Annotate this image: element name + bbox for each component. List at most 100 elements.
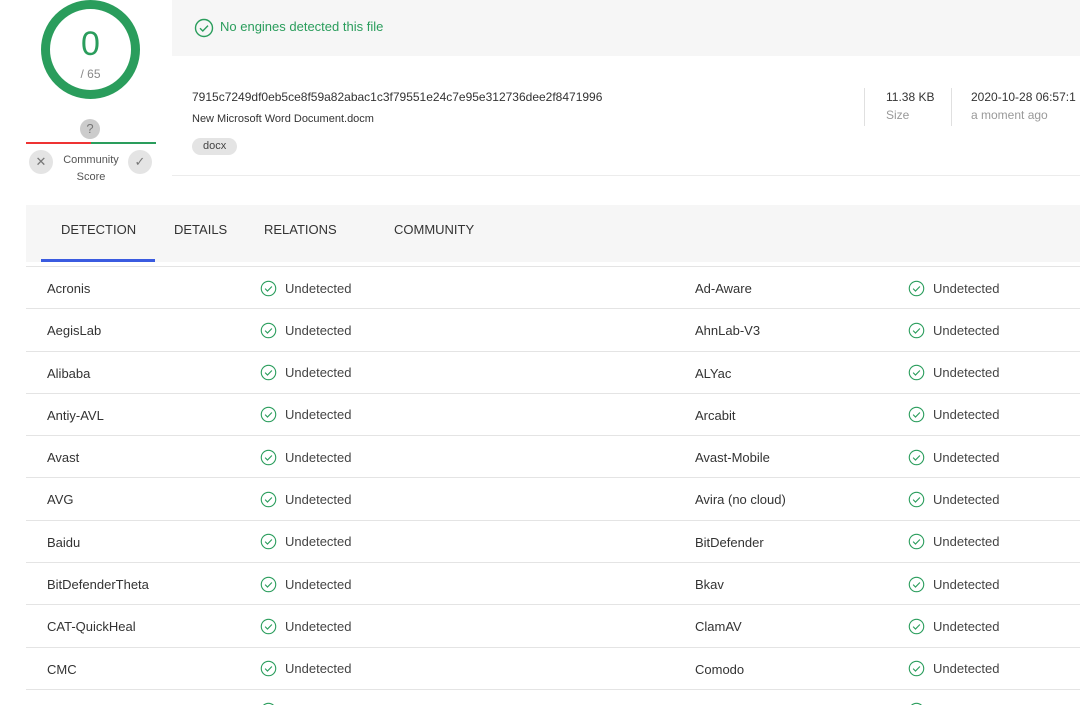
detection-table: Acronis Undetected Ad-Aware Undetected Aegis…: [26, 266, 1080, 705]
detection-result: Undetected: [260, 321, 352, 339]
detection-result: Undetected: [260, 575, 352, 593]
engine-name: Comodo: [695, 661, 745, 677]
table-row: Alibaba Undetected ALYac Undetected: [26, 350, 1080, 393]
file-type-tag[interactable]: docx: [192, 138, 238, 155]
engine-name: Baidu: [47, 534, 81, 550]
community-negative-bar: [26, 142, 91, 144]
check-circle-icon: [260, 364, 277, 381]
engine-name: CAT-QuickHeal: [47, 619, 136, 635]
result-label: Undetected: [285, 534, 352, 550]
file-hash[interactable]: 7915c7249df0eb5ce8f59a82abac1c3f79551e24…: [192, 90, 602, 104]
vote-harmful-button[interactable]: ✕: [29, 150, 53, 174]
detection-result: Undetected: [908, 617, 1000, 635]
result-label: Undetected: [285, 365, 352, 381]
engine-name: AhnLab-V3: [695, 323, 761, 339]
result-label: Undetected: [285, 280, 352, 296]
check-circle-icon: [260, 534, 277, 550]
engine-name: BitDefender: [695, 534, 764, 550]
detection-result: Undetected: [260, 533, 352, 551]
engine-name: AegisLab: [47, 323, 102, 339]
check-circle-icon: [260, 491, 277, 508]
table-row: Baidu Undetected BitDefender Undetected: [26, 519, 1080, 562]
check-circle-icon: [194, 18, 214, 38]
divider: [951, 88, 952, 126]
banner-text: No engines detected this file: [220, 19, 384, 34]
engine-name: Ad-Aware: [695, 281, 752, 296]
check-circle-icon: [908, 280, 925, 296]
result-label: Undetected: [933, 576, 1000, 592]
engine-name: CMC: [47, 661, 77, 677]
table-row: BitDefenderTheta Undetected Bkav Undetected: [26, 562, 1080, 604]
detection-result: Undetected: [260, 448, 352, 466]
community-score: ? ✕ Community Score ✓: [26, 118, 156, 186]
check-circle-icon: [908, 618, 925, 635]
check-circle-icon: [260, 407, 277, 423]
table-row: Acronis Undetected Ad-Aware Undetected: [26, 266, 1080, 308]
result-label: Undetected: [285, 491, 352, 507]
tab-community[interactable]: COMMUNITY: [394, 222, 474, 237]
detection-result: Undetected: [260, 617, 352, 635]
engine-name: Avast: [47, 450, 80, 466]
engine-name: Arcabit: [695, 407, 736, 423]
analysis-date: 2020-10-28 06:57:1: [971, 90, 1076, 104]
check-circle-icon: [908, 449, 925, 465]
detection-result: Undetected: [908, 406, 1000, 424]
check-circle-icon: [908, 576, 925, 592]
engine-name: Avast-Mobile: [695, 450, 770, 466]
engine-total: / 65: [80, 67, 101, 81]
engine-name: Bkav: [695, 577, 724, 593]
check-circle-icon: [260, 280, 277, 296]
detection-result: Undetected: [908, 279, 1000, 297]
table-row: AVG Undetected Avira (no cloud) Undetected: [26, 477, 1080, 519]
file-size: 11.38 KB: [886, 90, 935, 104]
analysis-date-relative: a moment ago: [971, 108, 1048, 122]
check-circle-icon: [260, 618, 277, 635]
table-row: AegisLab Undetected AhnLab-V3 Undetected: [26, 308, 1080, 350]
result-label: Undetected: [933, 365, 1000, 381]
result-label: Undetected: [285, 618, 352, 634]
check-circle-icon: [908, 491, 925, 508]
detection-banner: No engines detected this file: [172, 0, 1080, 56]
result-label: Undetected: [933, 449, 1000, 465]
question-mark-icon: ?: [80, 119, 100, 139]
table-row: [26, 688, 1080, 705]
engine-name: Avira (no cloud): [695, 492, 786, 508]
result-label: Undetected: [933, 491, 1000, 507]
engine-name: Alibaba: [47, 365, 91, 381]
engine-name: ClamAV: [695, 619, 742, 635]
check-circle-icon: [908, 407, 925, 423]
tab-relations[interactable]: RELATIONS: [264, 222, 337, 237]
tab-details[interactable]: DETAILS: [174, 222, 227, 237]
tab-bar: DETECTION DETAILS RELATIONS COMMUNITY: [26, 205, 1080, 262]
result-label: Undetected: [285, 449, 352, 465]
check-circle-icon: [260, 660, 277, 677]
check-circle-icon: [908, 364, 925, 381]
engine-name: Acronis: [47, 281, 91, 296]
file-size-label: Size: [886, 108, 910, 122]
community-positive-bar: [91, 142, 156, 144]
detection-result: Undetected: [260, 490, 352, 508]
detection-result: Undetected: [908, 533, 1000, 551]
table-row: CAT-QuickHeal Undetected ClamAV Undetected: [26, 604, 1080, 646]
tab-detection[interactable]: DETECTION: [61, 222, 136, 237]
check-circle-icon: [260, 576, 277, 592]
detection-result: Undetected: [260, 279, 352, 297]
divider: [864, 88, 865, 126]
vote-harmless-button[interactable]: ✓: [128, 150, 152, 174]
table-row: Antiy-AVL Undetected Arcabit Undetected: [26, 392, 1080, 435]
detection-result: Undetected: [908, 575, 1000, 593]
check-circle-icon: [908, 534, 925, 550]
detection-result: Undetected: [260, 406, 352, 424]
active-tab-indicator: [41, 259, 155, 262]
engine-name: ALYac: [695, 365, 732, 381]
detection-result: Undetected: [260, 660, 352, 678]
detection-result: Undetected: [908, 490, 1000, 508]
result-label: Undetected: [285, 661, 352, 677]
result-label: Undetected: [285, 407, 352, 423]
check-circle-icon: [260, 449, 277, 465]
file-info-panel: 7915c7249df0eb5ce8f59a82abac1c3f79551e24…: [172, 56, 1080, 176]
engine-name: Antiy-AVL: [47, 407, 104, 423]
result-label: Undetected: [933, 280, 1000, 296]
table-row: CMC Undetected Comodo Undetected: [26, 646, 1080, 689]
engine-name: AVG: [47, 492, 74, 508]
